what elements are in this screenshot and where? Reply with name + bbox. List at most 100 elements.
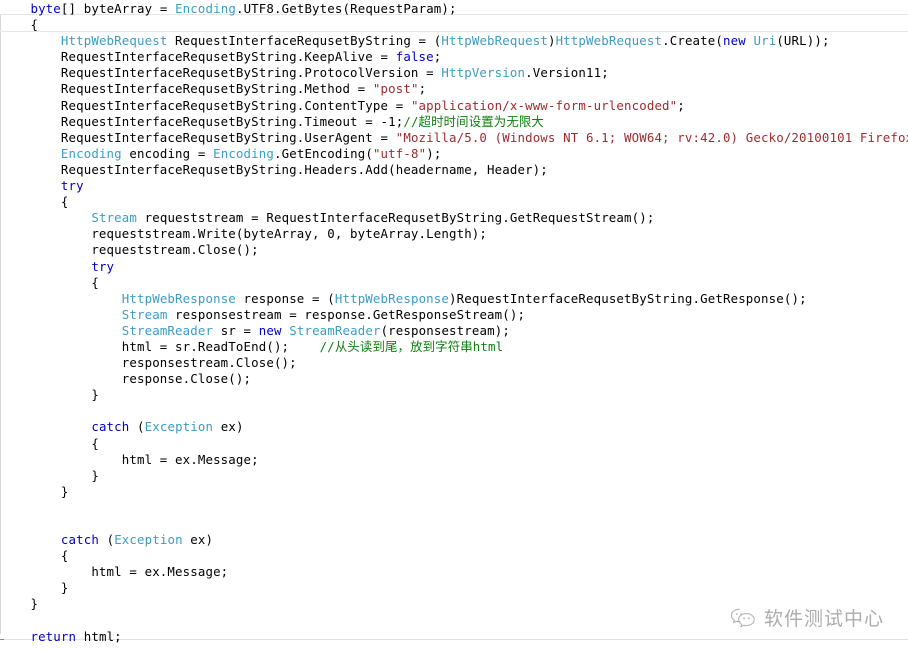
code-token: Encoding [213, 145, 274, 161]
code-token: HttpWebRequest [441, 33, 548, 49]
code-token: RequestInterfaceRequsetByString.UserAgen… [0, 129, 396, 145]
code-token: RequestInterfaceRequsetByString.ContentT… [0, 97, 411, 113]
code-line: { [0, 275, 908, 291]
code-token: ; [418, 81, 427, 97]
code-token: HttpWebRequest [555, 33, 663, 49]
code-token: } [0, 483, 69, 499]
code-token: ( [129, 419, 145, 435]
code-token: html = sr.ReadToEnd(); [0, 338, 320, 354]
code-token: responsestream.Close(); [0, 355, 297, 371]
code-token: Exception [114, 532, 183, 548]
code-token: response.Close(); [0, 371, 252, 387]
code-token: html = ex.Message; [0, 564, 229, 580]
code-line: } [0, 468, 908, 484]
code-line: HttpWebResponse response = (HttpWebRespo… [0, 291, 908, 307]
code-line: Stream requeststream = RequestInterfaceR… [0, 210, 908, 226]
code-line: { [0, 17, 908, 33]
code-token: "post" [372, 81, 419, 97]
code-token: Encoding [175, 1, 236, 16]
code-block[interactable]: byte[] byteArray = Encoding.UTF8.GetByte… [0, 0, 908, 645]
code-token: try [91, 258, 115, 274]
code-token: (responsestream); [380, 322, 510, 338]
code-line: } [0, 580, 908, 596]
code-token: RequestInterfaceRequsetByString.Method = [0, 81, 373, 97]
code-token: Stream [121, 306, 168, 322]
code-token: html; [76, 628, 122, 644]
code-token: false [395, 49, 434, 65]
code-line: html = ex.Message; [0, 564, 908, 580]
code-token: HttpWebRequest [60, 33, 168, 49]
code-line: Stream responsestream = response.GetResp… [0, 307, 908, 323]
code-token: "application/x-www-form-urlencoded" [410, 97, 678, 113]
code-token: catch [60, 532, 99, 548]
code-token: response = ( [235, 290, 335, 306]
code-token: ); [426, 145, 442, 161]
code-token: [] byteArray = [60, 1, 176, 16]
code-token: } [0, 387, 99, 403]
code-line: try [0, 259, 908, 275]
code-token: RequestInterfaceRequsetByString.KeepAliv… [0, 49, 396, 65]
code-line: requeststream.Write(byteArray, 0, byteAr… [0, 226, 908, 242]
code-line: } [0, 387, 908, 403]
code-token: "Mozilla/5.0 (Windows NT 6.1; WOW64; rv:… [395, 129, 908, 145]
code-token: StreamReader [121, 322, 214, 338]
code-line: HttpWebRequest RequestInterfaceRequsetBy… [0, 33, 908, 49]
code-token: { [0, 548, 69, 564]
code-line: html = ex.Message; [0, 452, 908, 468]
code-token: RequestInterfaceRequsetByString.Timeout … [0, 113, 404, 129]
code-token: html = ex.Message; [0, 451, 259, 467]
code-token: //从头读到尾，放到字符串html [319, 338, 504, 354]
code-line: return html; [0, 629, 908, 645]
code-token: sr = [213, 322, 259, 338]
code-token: .GetEncoding( [274, 145, 373, 161]
code-line: } [0, 596, 908, 612]
code-token: HttpWebResponse [334, 290, 450, 306]
code-token: { [0, 17, 39, 33]
code-token: new [723, 33, 746, 49]
code-token: } [0, 467, 99, 483]
code-token: catch [91, 419, 130, 435]
code-token: return [30, 628, 77, 644]
code-token: try [60, 178, 84, 194]
code-token: new [258, 322, 282, 338]
code-token: RequestInterfaceRequsetByString.Headers.… [0, 161, 548, 177]
code-line: html = sr.ReadToEnd(); //从头读到尾，放到字符串html [0, 339, 908, 355]
code-line: requeststream.Close(); [0, 242, 908, 258]
code-token: responsestream = response.GetResponseStr… [167, 306, 526, 322]
code-token: HttpWebResponse [121, 290, 236, 306]
code-line: { [0, 194, 908, 210]
code-token: { [0, 435, 99, 451]
code-token: } [0, 580, 69, 596]
code-token: RequestInterfaceRequsetByString = ( [167, 33, 442, 49]
code-line: RequestInterfaceRequsetByString.Method =… [0, 81, 908, 97]
code-line: catch (Exception ex) [0, 419, 908, 435]
code-token: ; [677, 97, 685, 113]
code-line: byte[] byteArray = Encoding.UTF8.GetByte… [0, 1, 908, 17]
code-token: StreamReader [289, 322, 381, 338]
code-token: ) [547, 33, 556, 49]
code-line: RequestInterfaceRequsetByString.ContentT… [0, 98, 908, 114]
code-token: "utf-8" [372, 145, 427, 161]
code-token: .Version11; [525, 65, 609, 81]
code-token: (URL)); [776, 33, 830, 49]
code-line: RequestInterfaceRequsetByString.Headers.… [0, 162, 908, 178]
code-token: .UTF8.GetBytes(RequestParam); [235, 1, 457, 16]
code-line: RequestInterfaceRequsetByString.UserAgen… [0, 130, 908, 146]
code-token: ex) [213, 419, 244, 435]
code-token: )RequestInterfaceRequsetByString.GetResp… [449, 290, 807, 306]
code-token: } [0, 596, 39, 612]
code-line: responsestream.Close(); [0, 355, 908, 371]
code-line: RequestInterfaceRequsetByString.Protocol… [0, 65, 908, 81]
code-line: { [0, 436, 908, 452]
